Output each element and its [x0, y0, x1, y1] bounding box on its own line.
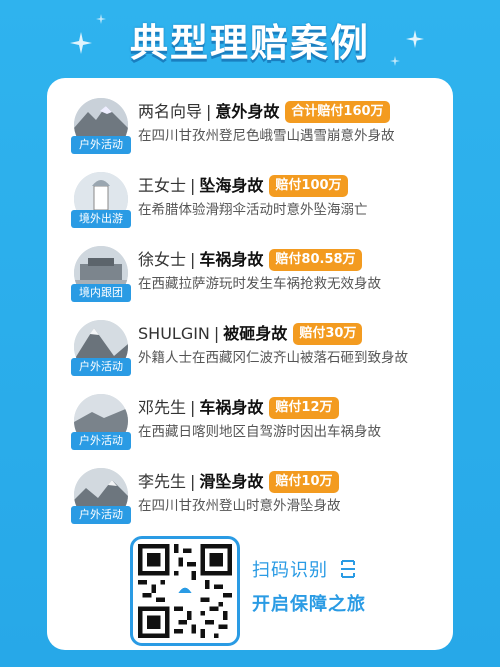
- qr-code[interactable]: [130, 536, 240, 646]
- case-tag: 境内跟团: [71, 284, 131, 302]
- case-item[interactable]: 户外活动 李先生 | 滑坠身故 赔付10万 在四川甘孜州登山时意外滑坠身故: [71, 468, 474, 532]
- separator: |: [190, 472, 196, 491]
- case-headline: 王女士 | 坠海身故 赔付100万: [138, 174, 348, 198]
- payout-badge: 赔付30万: [293, 323, 363, 345]
- case-description: 在西藏拉萨游玩时发生车祸抢救无效身故: [138, 276, 381, 292]
- sparkle-icon: [70, 32, 92, 54]
- case-tag: 户外活动: [71, 358, 131, 376]
- case-item[interactable]: 境内跟团 徐女士 | 车祸身故 赔付80.58万 在西藏拉萨游玩时发生车祸抢救无效身故: [71, 246, 474, 310]
- payout-badge: 赔付80.58万: [269, 249, 362, 271]
- case-event: 坠海身故: [199, 176, 264, 195]
- case-description: 在西藏日喀则地区自驾游时因出车祸身故: [138, 424, 381, 440]
- scan-icon: [341, 560, 355, 578]
- case-item[interactable]: 户外活动 邓先生 | 车祸身故 赔付12万 在西藏日喀则地区自驾游时因出车祸身故: [71, 394, 474, 458]
- sparkle-icon: [406, 30, 424, 48]
- scan-label: 扫码识别: [252, 560, 328, 581]
- separator: |: [190, 398, 196, 417]
- case-name: SHULGIN: [138, 324, 210, 343]
- case-event: 意外身故: [215, 102, 280, 121]
- case-description: 外籍人士在西藏冈仁波齐山被落石砸到致身故: [138, 350, 408, 366]
- case-tag: 户外活动: [71, 136, 131, 154]
- case-item[interactable]: 户外活动 两名向导 | 意外身故 合计赔付160万 在四川甘孜州登尼色峨雪山遇雪崩意外…: [71, 98, 474, 162]
- separator: |: [206, 102, 212, 121]
- case-headline: 李先生 | 滑坠身故 赔付10万: [138, 470, 339, 494]
- payout-badge: 赔付12万: [269, 397, 339, 419]
- payout-badge: 赔付100万: [269, 175, 348, 197]
- case-event: 被砸身故: [223, 324, 288, 343]
- case-headline: 徐女士 | 车祸身故 赔付80.58万: [138, 248, 362, 272]
- case-tag: 户外活动: [71, 432, 131, 450]
- separator: |: [190, 176, 196, 195]
- case-name: 王女士: [138, 176, 187, 195]
- separator: |: [213, 324, 220, 343]
- sparkle-icon: [390, 56, 400, 66]
- case-name: 两名向导: [138, 102, 203, 121]
- case-tag: 境外出游: [71, 210, 131, 228]
- case-name: 邓先生: [138, 398, 187, 417]
- case-event: 滑坠身故: [199, 472, 264, 491]
- case-description: 在希腊体验滑翔伞活动时意外坠海溺亡: [138, 202, 368, 218]
- case-tag: 户外活动: [71, 506, 131, 524]
- separator: |: [190, 250, 196, 269]
- case-headline: 两名向导 | 意外身故 合计赔付160万: [138, 100, 390, 124]
- payout-badge: 赔付10万: [269, 471, 339, 493]
- case-event: 车祸身故: [199, 250, 264, 269]
- case-name: 徐女士: [138, 250, 187, 269]
- case-name: 李先生: [138, 472, 187, 491]
- cta-label: 开启保障之旅: [252, 594, 366, 615]
- case-event: 车祸身故: [199, 398, 264, 417]
- case-description: 在四川甘孜州登山时意外滑坠身故: [138, 498, 341, 514]
- case-item[interactable]: 户外活动 SHULGIN | 被砸身故 赔付30万 外籍人士在西藏冈仁波齐山被落石砸到…: [71, 320, 474, 384]
- payout-badge: 合计赔付160万: [285, 101, 390, 123]
- case-headline: 邓先生 | 车祸身故 赔付12万: [138, 396, 339, 420]
- case-item[interactable]: 境外出游 王女士 | 坠海身故 赔付100万 在希腊体验滑翔伞活动时意外坠海溺亡: [71, 172, 474, 236]
- sparkle-icon: [96, 14, 106, 24]
- case-description: 在四川甘孜州登尼色峨雪山遇雪崩意外身故: [138, 128, 395, 144]
- case-headline: SHULGIN | 被砸身故 赔付30万: [138, 322, 363, 346]
